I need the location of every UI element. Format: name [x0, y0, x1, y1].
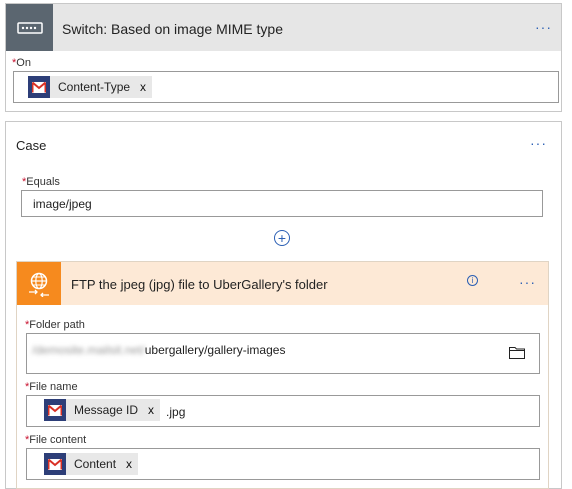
- plus-icon: +: [277, 230, 287, 246]
- file-name-input[interactable]: Message ID x .jpg: [26, 395, 540, 427]
- ftp-action-card: FTP the jpeg (jpg) file to UberGallery's…: [16, 261, 549, 489]
- equals-field-label: *Equals: [22, 176, 60, 188]
- file-name-content: Message ID x .jpg: [44, 399, 185, 421]
- switch-card: Switch: Based on image MIME type ··· *On…: [5, 3, 562, 112]
- file-name-label-text: File name: [29, 381, 78, 393]
- case-more-options-icon[interactable]: ···: [530, 135, 547, 151]
- token-label: Message ID: [74, 403, 139, 417]
- info-icon[interactable]: i: [467, 275, 478, 286]
- token-remove-icon[interactable]: x: [140, 80, 146, 94]
- folder-path-label: *Folder path: [25, 319, 85, 331]
- folder-path-host: /demosite.mailsit.net/: [32, 343, 145, 357]
- case-title: Case: [16, 138, 47, 153]
- file-extension-text: .jpg: [166, 405, 186, 419]
- content-type-token[interactable]: Content-Type x: [28, 76, 153, 98]
- folder-path-value: ubergallery/gallery-images: [144, 343, 286, 357]
- switch-title: Switch: Based on image MIME type: [62, 21, 283, 37]
- gmail-icon: [44, 453, 66, 475]
- folder-path-text: /demosite.mailsit.net/ubergallery/galler…: [32, 343, 285, 357]
- file-content-input[interactable]: Content x: [26, 448, 540, 480]
- folder-browse-icon[interactable]: [509, 346, 525, 364]
- folder-path-label-text: Folder path: [29, 319, 85, 331]
- add-step-button[interactable]: +: [274, 230, 290, 246]
- token-label: Content-Type: [58, 80, 131, 94]
- equals-value: image/jpeg: [33, 197, 92, 211]
- ftp-more-options-icon[interactable]: ···: [519, 274, 536, 290]
- switch-header[interactable]: Switch: Based on image MIME type ···: [6, 4, 561, 51]
- content-token[interactable]: Content x: [44, 453, 139, 475]
- token-remove-icon[interactable]: x: [126, 457, 132, 471]
- gmail-icon: [44, 399, 66, 421]
- ftp-header[interactable]: FTP the jpeg (jpg) file to UberGallery's…: [17, 262, 548, 305]
- folder-path-input[interactable]: /demosite.mailsit.net/ubergallery/galler…: [26, 333, 540, 374]
- switch-more-options-icon[interactable]: ···: [535, 19, 552, 35]
- token-remove-icon[interactable]: x: [148, 403, 154, 417]
- file-content-label: *File content: [25, 434, 86, 446]
- ftp-icon: [17, 262, 61, 305]
- message-id-token[interactable]: Message ID x: [44, 399, 161, 421]
- file-content-label-text: File content: [29, 434, 87, 446]
- ftp-title: FTP the jpeg (jpg) file to UberGallery's…: [71, 277, 328, 292]
- on-label-text: On: [16, 57, 31, 69]
- equals-input[interactable]: image/jpeg: [21, 190, 543, 217]
- on-input-field[interactable]: Content-Type x: [13, 71, 559, 103]
- file-name-label: *File name: [25, 381, 78, 393]
- on-field-label: *On: [12, 57, 31, 69]
- equals-label-text: Equals: [26, 176, 60, 188]
- switch-icon: [6, 4, 53, 51]
- gmail-icon: [28, 76, 50, 98]
- token-label: Content: [74, 457, 117, 471]
